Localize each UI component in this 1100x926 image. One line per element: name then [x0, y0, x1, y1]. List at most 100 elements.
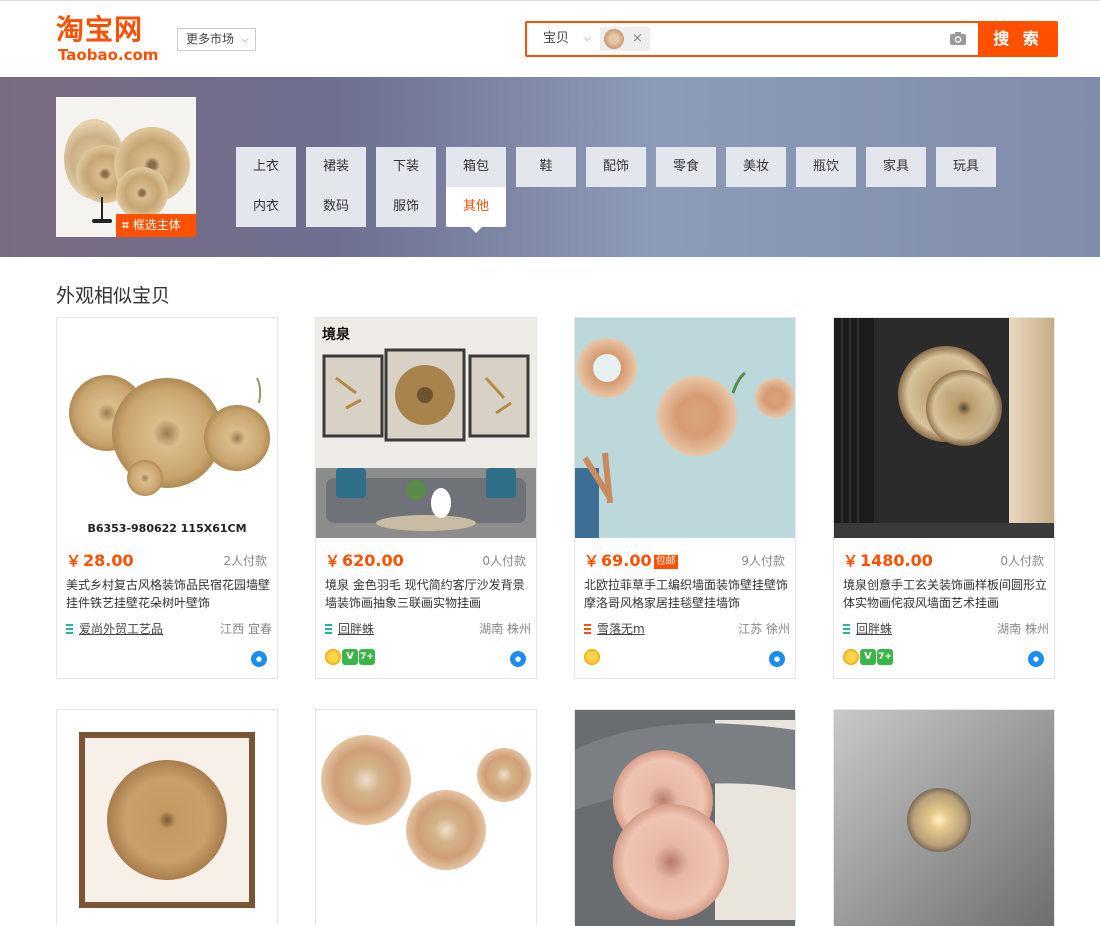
top-header: 淘宝网 Taobao.com 更多市场 ⌵ 宝贝 ⌵ × 搜 索	[0, 0, 1100, 77]
free-shipping-tag: 包邮	[653, 555, 678, 569]
gold-seller-icon	[843, 649, 859, 665]
category-tab[interactable]: 上衣	[236, 147, 296, 187]
logo-text-en: Taobao.com	[58, 46, 159, 64]
category-tab-active[interactable]: 其他	[446, 187, 506, 233]
product-image[interactable]	[57, 710, 277, 926]
chevron-down-icon: ⌵	[583, 33, 591, 44]
shop-location: 湖南 株州	[997, 622, 1049, 636]
chevron-down-icon: ⌵	[241, 34, 249, 45]
decor-disc	[116, 167, 168, 219]
sold-count: 9人付款	[741, 554, 785, 568]
search-type-label: 宝贝	[543, 31, 570, 46]
shop-line: 回胖蛛 湖南 株州	[843, 621, 1049, 637]
gold-seller-icon	[584, 649, 600, 665]
product-title[interactable]: 境泉 金色羽毛 现代简约客厅沙发背景墙装饰画抽象三联画实物挂画	[325, 576, 531, 612]
wangwang-chat-icon[interactable]: ●	[1028, 651, 1044, 667]
taobao-logo[interactable]: 淘宝网 Taobao.com	[56, 13, 162, 65]
currency-symbol: ￥	[584, 552, 600, 570]
currency-symbol: ￥	[843, 552, 859, 570]
product-image[interactable]	[316, 710, 536, 926]
product-image-art	[834, 318, 1054, 538]
product-image[interactable]	[575, 318, 795, 538]
product-image[interactable]	[834, 318, 1054, 538]
wangwang-chat-icon[interactable]: ●	[769, 651, 785, 667]
category-tab[interactable]: 裙装	[306, 147, 366, 187]
shop-level-icon	[66, 624, 73, 634]
product-image[interactable]	[575, 710, 795, 926]
shop-line: 爱尚外贸工艺品 江西 宜春	[66, 621, 272, 637]
category-tab[interactable]: 零食	[656, 147, 716, 187]
seven-day-return-icon: 7+	[877, 649, 893, 665]
product-card[interactable]: 境泉 ￥ 620.00 0人付款 境泉 金色羽毛 现代简约客厅沙发背景墙装饰画抽象…	[315, 317, 537, 679]
logo-text-cn: 淘宝网	[56, 13, 144, 46]
service-badges: V 7+	[843, 649, 894, 667]
product-title[interactable]: 境泉创意手工玄关装饰画样板间圆形立体实物画侘寂风墙面艺术挂画	[843, 576, 1049, 612]
category-tab[interactable]: 箱包	[446, 147, 506, 187]
image-caption: B6353-980622 115X61CM	[87, 522, 247, 535]
category-tab[interactable]: 鞋	[516, 147, 576, 187]
category-tab[interactable]: 数码	[306, 187, 366, 227]
search-image-chip[interactable]: ×	[600, 27, 650, 51]
product-title[interactable]: 北欧拉菲草手工编织墙面装饰壁挂壁饰摩洛哥风格家居挂毯壁挂墙饰	[584, 576, 790, 612]
sold-count: 0人付款	[482, 554, 526, 568]
product-price: ￥ 1480.00	[843, 550, 933, 571]
price-value: 620.00	[342, 551, 404, 570]
shop-level-icon	[325, 624, 332, 634]
crop-subject-button[interactable]: ⌗ 框选主体	[116, 214, 196, 237]
category-tab[interactable]: 美妆	[726, 147, 786, 187]
shop-name[interactable]: 爱尚外贸工艺品	[79, 621, 163, 637]
product-image-art	[575, 710, 795, 926]
wangwang-chat-icon[interactable]: ●	[510, 651, 526, 667]
product-image-art	[321, 735, 531, 870]
product-image[interactable]: B6353-980622 115X61CM	[57, 318, 277, 538]
product-image[interactable]	[834, 710, 1054, 926]
category-tab[interactable]: 配饰	[586, 147, 646, 187]
product-card[interactable]: ￥ 1480.00 0人付款 境泉创意手工玄关装饰画样板间圆形立体实物画侘寂风墙面…	[833, 317, 1055, 679]
verified-icon: V	[860, 649, 876, 665]
wangwang-chat-icon[interactable]: ●	[251, 651, 267, 667]
camera-icon[interactable]	[949, 31, 967, 46]
close-icon[interactable]: ×	[632, 29, 643, 49]
category-tab-label: 其他	[462, 199, 489, 214]
product-title[interactable]: 美式乡村复古风格装饰品民宿花园墙壁挂件铁艺挂壁花朵树叶壁饰	[66, 576, 272, 612]
gold-seller-icon	[325, 649, 341, 665]
shop-location: 江苏 徐州	[738, 622, 790, 636]
category-tab[interactable]: 内衣	[236, 187, 296, 227]
search-image-thumbnail	[604, 29, 624, 49]
category-tab[interactable]: 下装	[376, 147, 436, 187]
category-tab[interactable]: 玩具	[936, 147, 996, 187]
active-indicator	[470, 227, 482, 233]
product-card[interactable]	[315, 709, 537, 926]
service-badges	[584, 649, 601, 667]
shop-name[interactable]: 回胖蛛	[856, 621, 892, 637]
category-tab[interactable]: 家具	[866, 147, 926, 187]
category-tab[interactable]: 服饰	[376, 187, 436, 227]
price-value: 69.00	[601, 551, 652, 570]
shop-name[interactable]: 雪落无m	[597, 621, 645, 637]
product-card[interactable]: ￥ 69.00 包邮 9人付款 北欧拉菲草手工编织墙面装饰壁挂壁饰摩洛哥风格家居挂毯…	[574, 317, 796, 679]
price-value: 1480.00	[860, 551, 933, 570]
shop-line: 回胖蛛 湖南 株州	[325, 621, 531, 637]
query-image-preview[interactable]: ⌗ 框选主体	[56, 97, 196, 237]
service-badges: V 7+	[325, 649, 376, 667]
shop-name[interactable]: 回胖蛛	[338, 621, 374, 637]
product-image[interactable]: 境泉	[316, 318, 536, 538]
search-type-select[interactable]: 宝贝 ⌵	[527, 23, 599, 55]
verified-icon: V	[342, 649, 358, 665]
product-price: ￥ 28.00	[66, 550, 134, 571]
product-card[interactable]	[574, 709, 796, 926]
crop-icon: ⌗	[122, 218, 129, 232]
category-tab[interactable]: 瓶饮	[796, 147, 856, 187]
product-card[interactable]	[833, 709, 1055, 926]
product-card[interactable]: B6353-980622 115X61CM ￥ 28.00 2人付款 美式乡村复古…	[56, 317, 278, 679]
brand-watermark: 境泉	[322, 327, 350, 343]
shop-line: 雪落无m 江苏 徐州	[584, 621, 790, 637]
price-value: 28.00	[83, 551, 134, 570]
decor-base	[92, 219, 112, 223]
search-button[interactable]: 搜 索	[978, 21, 1058, 57]
search-bar: 宝贝 ⌵ × 搜 索	[525, 21, 1058, 57]
more-markets-dropdown[interactable]: 更多市场 ⌵	[177, 28, 256, 51]
product-card[interactable]	[56, 709, 278, 926]
product-image-art	[316, 318, 536, 538]
seven-day-return-icon: 7+	[359, 649, 375, 665]
